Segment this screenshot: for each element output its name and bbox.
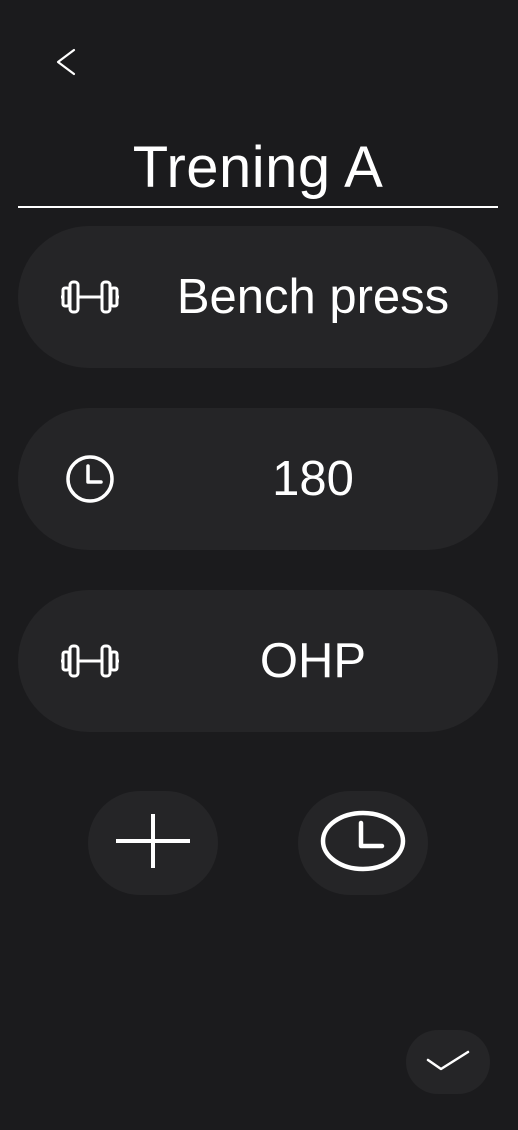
- dumbbell-icon: [58, 265, 122, 329]
- exercise-item-bench-press[interactable]: Bench press: [18, 226, 498, 368]
- confirm-button[interactable]: [406, 1030, 490, 1094]
- workout-title: Trening A: [132, 134, 384, 200]
- checkmark-icon: [426, 1048, 470, 1077]
- exercise-name: Bench press: [176, 270, 450, 324]
- dumbbell-icon: [58, 629, 122, 693]
- rest-item[interactable]: 180: [18, 408, 498, 550]
- add-exercise-button[interactable]: [88, 791, 218, 895]
- clock-icon: [58, 447, 122, 511]
- back-button[interactable]: [44, 40, 88, 88]
- exercise-item-ohp[interactable]: OHP: [18, 590, 498, 732]
- exercise-name: OHP: [259, 634, 367, 688]
- rest-duration: 180: [272, 452, 354, 506]
- add-rest-button[interactable]: [298, 791, 428, 895]
- plus-icon: [113, 811, 193, 876]
- workout-title-field[interactable]: Trening A: [18, 126, 498, 208]
- chevron-left-icon: [54, 47, 78, 82]
- clock-icon: [320, 810, 406, 877]
